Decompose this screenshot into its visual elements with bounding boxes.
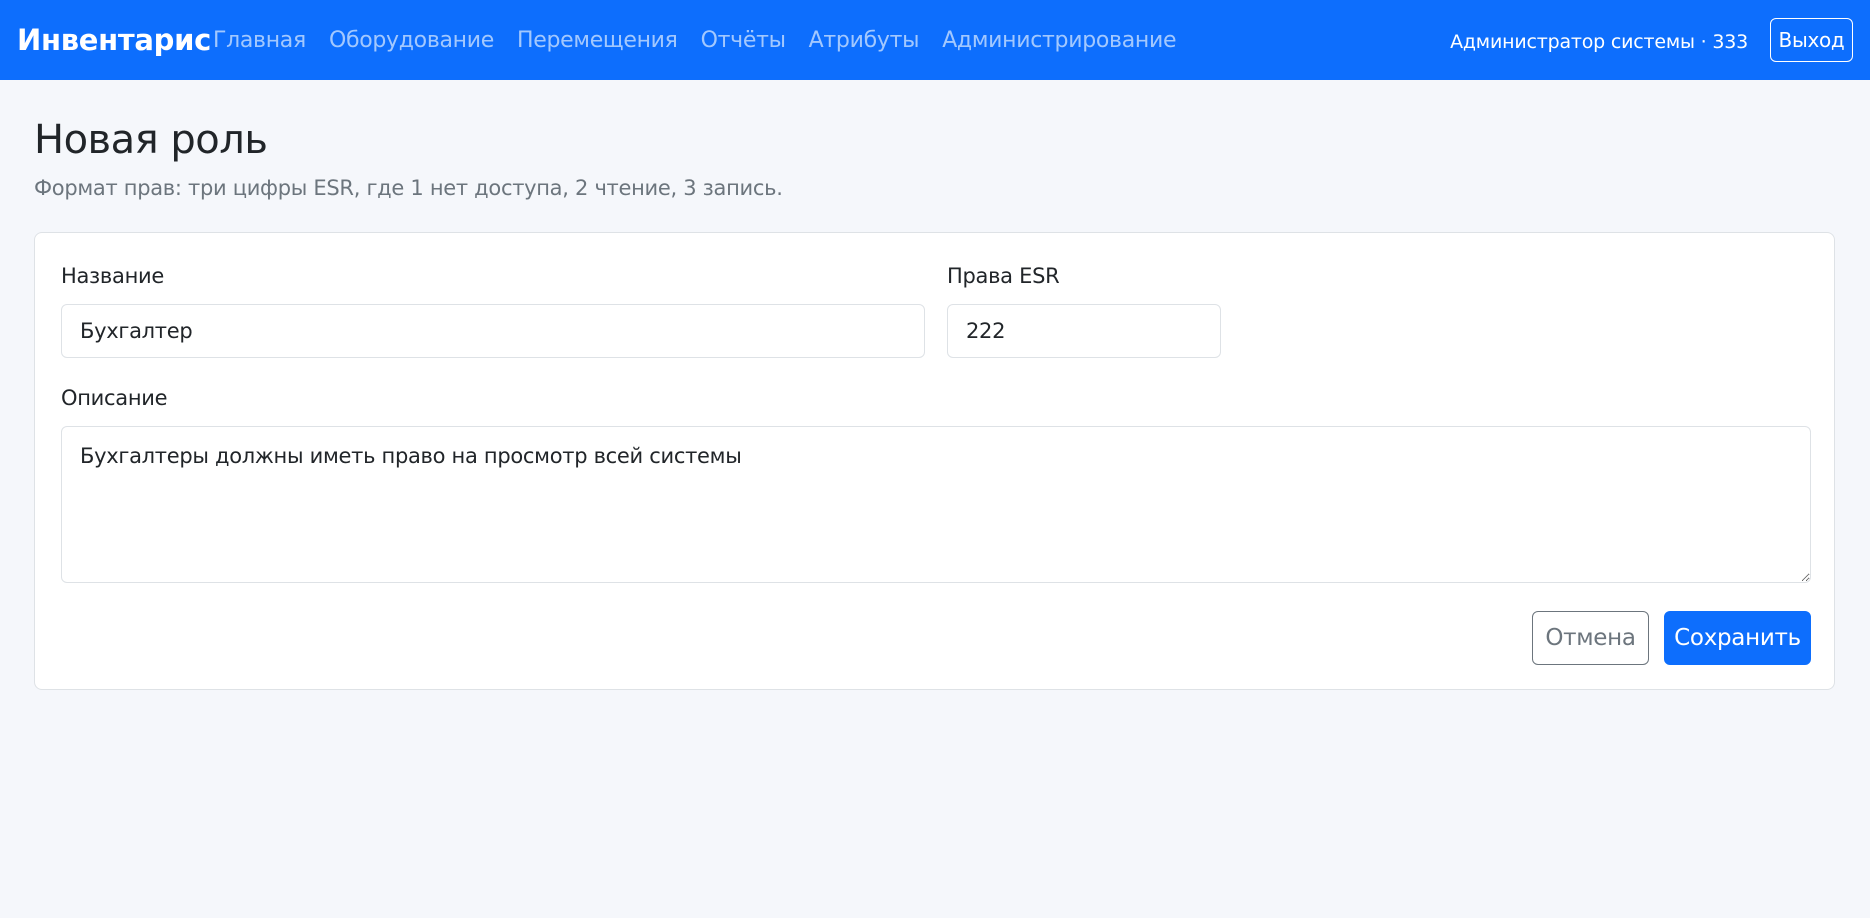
name-input[interactable] — [61, 304, 925, 358]
nav-link-attributes[interactable]: Атрибуты — [809, 24, 920, 58]
description-textarea[interactable]: Бухгалтеры должны иметь право на просмот… — [61, 426, 1811, 583]
description-label: Описание — [61, 386, 168, 410]
name-label: Название — [61, 264, 164, 288]
brand-logo[interactable]: Инвентарис — [17, 20, 211, 60]
rights-label: Права ESR — [947, 264, 1060, 288]
save-button[interactable]: Сохранить — [1664, 611, 1811, 665]
nav-link-movements[interactable]: Перемещения — [517, 24, 678, 58]
nav-link-administration[interactable]: Администрирование — [942, 24, 1176, 58]
role-form-card: Название Права ESR Описание Бухгалтеры д… — [34, 232, 1835, 690]
current-user-label: Администратор системы · 333 — [1450, 31, 1748, 53]
cancel-button[interactable]: Отмена — [1532, 611, 1649, 665]
main-nav: Главная Оборудование Перемещения Отчёты … — [213, 24, 1176, 58]
top-navbar: Инвентарис Главная Оборудование Перемеще… — [0, 0, 1870, 80]
rights-input[interactable] — [947, 304, 1221, 358]
nav-link-home[interactable]: Главная — [213, 24, 306, 58]
page-subtitle: Формат прав: три цифры ESR, где 1 нет до… — [34, 176, 783, 200]
page-title: Новая роль — [34, 117, 268, 163]
nav-link-reports[interactable]: Отчёты — [701, 24, 786, 58]
nav-link-equipment[interactable]: Оборудование — [329, 24, 494, 58]
logout-button[interactable]: Выход — [1770, 18, 1853, 62]
